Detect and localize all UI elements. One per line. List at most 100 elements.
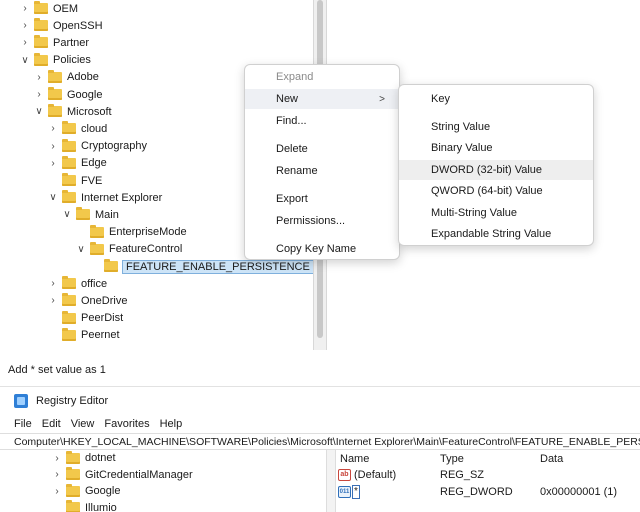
context-menu-item-label: Copy Key Name [276, 243, 357, 255]
new-submenu-item[interactable]: Binary Value [399, 138, 593, 158]
column-header-data[interactable]: Data [540, 453, 563, 465]
chevron-down-icon[interactable]: ∨ [20, 55, 30, 66]
instruction-caption: Add * set value as 1 [8, 364, 106, 376]
new-submenu-item-label: Key [431, 93, 450, 105]
context-menu-item[interactable]: Rename [245, 161, 399, 181]
chevron-right-icon[interactable]: › [48, 278, 58, 289]
context-menu-item[interactable]: Expand [245, 67, 399, 87]
tree-item[interactable]: ∨ Policies [20, 52, 91, 69]
tree-item[interactable]: › OEM [20, 0, 78, 17]
tree-item-label: FEATURE_ENABLE_PERSISTENCE [122, 259, 314, 274]
value-data: 0x00000001 (1) [540, 486, 618, 498]
menu-view[interactable]: View [71, 418, 95, 430]
registry-editor-window: Registry Editor File Edit View Favorites Hel… [0, 386, 640, 512]
tree-item-label: Main [95, 208, 119, 221]
chevron-down-icon[interactable]: ∨ [76, 244, 86, 255]
new-submenu-item[interactable]: QWORD (64-bit) Value [399, 181, 593, 201]
chevron-down-icon[interactable]: ∨ [34, 106, 44, 117]
context-menu-item[interactable]: New > [245, 89, 399, 109]
chevron-right-icon[interactable]: › [34, 89, 44, 100]
chevron-right-icon: > [379, 93, 385, 105]
menu-file[interactable]: File [14, 418, 32, 430]
chevron-right-icon[interactable]: › [48, 158, 58, 169]
tree-item[interactable]: ∨ Microsoft [34, 103, 112, 120]
address-bar[interactable]: Computer\HKEY_LOCAL_MACHINE\SOFTWARE\Pol… [0, 433, 640, 450]
context-menu-item[interactable]: Find... [245, 111, 399, 131]
tree-item[interactable]: › Partner [20, 34, 89, 51]
tree-item[interactable]: Peernet [48, 327, 120, 344]
column-header-type[interactable]: Type [440, 453, 464, 465]
context-menu-item[interactable]: Copy Key Name [245, 239, 399, 259]
tree-item[interactable]: › cloud [48, 120, 107, 137]
value-row[interactable]: ab (Default) REG_SZ [336, 467, 640, 484]
new-submenu-item[interactable]: Key [399, 89, 593, 109]
tree-item-label: OneDrive [81, 294, 128, 307]
context-menu-item-label: Permissions... [276, 215, 346, 227]
tree-scrollbar[interactable] [326, 450, 336, 512]
tree-item[interactable]: › office [48, 275, 107, 292]
tree-item[interactable]: PeerDist [48, 310, 123, 327]
new-submenu-item[interactable]: DWORD (32-bit) Value [399, 160, 593, 180]
values-header: Name Type Data [336, 450, 640, 467]
tree-item[interactable]: › OpenSSH [20, 17, 103, 34]
value-name-edit-field[interactable]: * [352, 485, 360, 499]
chevron-right-icon[interactable]: › [52, 469, 62, 480]
new-submenu-item[interactable]: String Value [399, 117, 593, 137]
tree-item[interactable]: Illumio [52, 500, 117, 512]
tree-item[interactable]: › Adobe [34, 69, 99, 86]
chevron-right-icon[interactable]: › [52, 486, 62, 497]
tree-item[interactable]: FVE [48, 172, 102, 189]
folder-icon [62, 138, 76, 152]
chevron-right-icon[interactable]: › [48, 123, 58, 134]
tree-item[interactable]: › Edge [48, 155, 107, 172]
chevron-down-icon[interactable]: ∨ [48, 192, 58, 203]
menu-favorites[interactable]: Favorites [104, 418, 149, 430]
chevron-right-icon[interactable]: › [34, 72, 44, 83]
context-menu-item-label: Rename [276, 165, 318, 177]
context-menu-item[interactable]: Permissions... [245, 211, 399, 231]
context-menu-item[interactable]: Delete [245, 139, 399, 159]
tree-item[interactable]: › Cryptography [48, 138, 147, 155]
tree-item[interactable]: › dotnet [52, 450, 116, 466]
column-header-name[interactable]: Name [340, 453, 369, 465]
chevron-down-icon[interactable]: ∨ [62, 209, 72, 220]
registry-key-tree: › dotnet › GitCredentialManager › Google Illum… [0, 450, 326, 512]
new-submenu-item[interactable]: Expandable String Value [399, 224, 593, 244]
tree-item[interactable]: › Google [52, 483, 120, 499]
tree-item[interactable]: ∨ FeatureControl [76, 241, 182, 258]
tree-item-label: Internet Explorer [81, 191, 163, 204]
context-menu-item[interactable]: Export [245, 189, 399, 209]
new-submenu-item[interactable]: Multi-String Value [399, 203, 593, 223]
tree-item[interactable]: FEATURE_ENABLE_PERSISTENCE [90, 258, 314, 275]
folder-icon [62, 121, 76, 135]
folder-icon [48, 69, 62, 83]
tree-item-label: Peernet [81, 329, 120, 342]
tree-item-label: dotnet [85, 452, 116, 464]
dword-value-icon: 011 [338, 486, 351, 498]
chevron-right-icon[interactable]: › [20, 37, 30, 48]
menu-bar: File Edit View Favorites Help [0, 415, 640, 433]
tree-item[interactable]: › OneDrive [48, 292, 127, 309]
tree-item[interactable]: EnterpriseMode [76, 224, 187, 241]
new-submenu-item-label: Binary Value [431, 142, 493, 154]
registry-editor-icon [14, 394, 28, 408]
context-menu-item-label: Delete [276, 143, 308, 155]
chevron-right-icon[interactable]: › [20, 20, 30, 31]
folder-icon [62, 190, 76, 204]
folder-icon [34, 35, 48, 49]
menu-help[interactable]: Help [160, 418, 183, 430]
title-bar: Registry Editor [0, 387, 640, 415]
chevron-right-icon[interactable]: › [20, 3, 30, 14]
chevron-right-icon[interactable]: › [52, 453, 62, 464]
value-row[interactable]: 011 * REG_DWORD 0x00000001 (1) [336, 484, 640, 501]
context-menu-item-label: Export [276, 193, 308, 205]
tree-item[interactable]: ∨ Main [62, 206, 119, 223]
tree-item[interactable]: ∨ Internet Explorer [48, 189, 162, 206]
tree-item-label: Edge [81, 157, 107, 170]
tree-item[interactable]: › GitCredentialManager [52, 467, 193, 483]
tree-item[interactable]: › Google [34, 86, 102, 103]
chevron-right-icon[interactable]: › [48, 141, 58, 152]
menu-edit[interactable]: Edit [42, 418, 61, 430]
chevron-right-icon[interactable]: › [48, 295, 58, 306]
tree-item-label: OEM [53, 2, 79, 15]
